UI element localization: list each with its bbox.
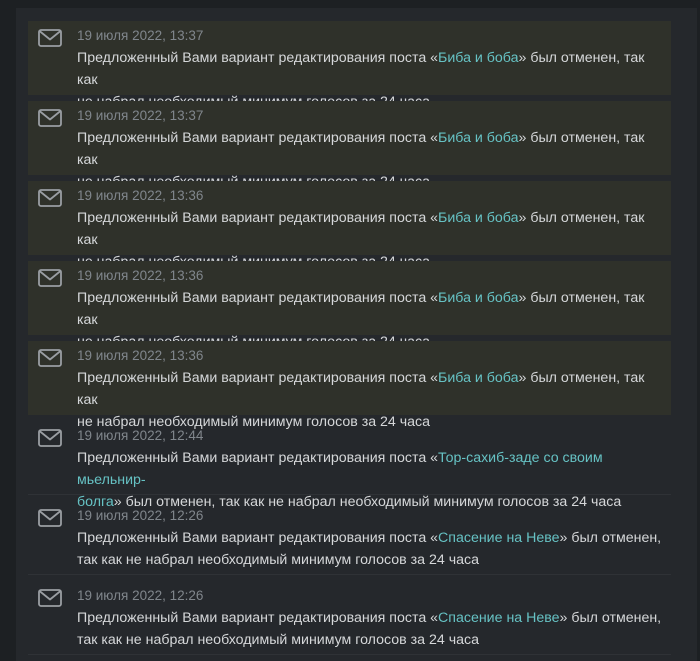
notification-item-3[interactable]: 19 июля 2022, 13:36 Предложенный Вами ва…	[28, 181, 671, 270]
message-suffix: » был отменен,	[559, 610, 662, 626]
message-prefix: Предложенный Вами вариант редактирования…	[77, 370, 439, 386]
notification-body: 19 июля 2022, 12:26 Предложенный Вами ва…	[77, 507, 667, 571]
notification-date: 19 июля 2022, 13:37	[77, 28, 204, 43]
notification-date: 19 июля 2022, 13:36	[77, 188, 204, 203]
envelope-icon	[38, 509, 62, 527]
envelope-icon	[38, 349, 62, 367]
notification-date: 19 июля 2022, 13:36	[77, 348, 204, 363]
post-link[interactable]: Биба и боба	[438, 130, 518, 146]
post-link[interactable]: Биба и боба	[438, 290, 518, 306]
message-suffix: » был отменен,	[559, 530, 662, 546]
post-link[interactable]: Биба и боба	[438, 370, 518, 386]
notification-date: 19 июля 2022, 12:26	[77, 508, 204, 523]
notification-message: Предложенный Вами вариант редактирования…	[77, 607, 667, 651]
message-prefix: Предложенный Вами вариант редактирования…	[77, 210, 439, 226]
envelope-icon	[38, 589, 62, 607]
envelope-icon	[38, 29, 62, 47]
notifications-panel: 19 июля 2022, 13:37 Предложенный Вами ва…	[16, 8, 697, 661]
notification-item-1[interactable]: 19 июля 2022, 13:37 Предложенный Вами ва…	[28, 21, 671, 110]
notification-item-8[interactable]: 19 июля 2022, 12:26 Предложенный Вами ва…	[28, 581, 671, 655]
notification-date: 19 июля 2022, 12:44	[77, 428, 204, 443]
post-link[interactable]: Спасение на Неве	[438, 530, 559, 546]
notification-item-4[interactable]: 19 июля 2022, 13:36 Предложенный Вами ва…	[28, 261, 671, 350]
message-prefix: Предложенный Вами вариант редактирования…	[77, 290, 439, 306]
post-link[interactable]: Биба и боба	[438, 210, 518, 226]
notification-item-5[interactable]: 19 июля 2022, 13:36 Предложенный Вами ва…	[28, 341, 671, 430]
envelope-icon	[38, 429, 62, 447]
message-prefix: Предложенный Вами вариант редактирования…	[77, 50, 439, 66]
notification-item-2[interactable]: 19 июля 2022, 13:37 Предложенный Вами ва…	[28, 101, 671, 190]
notification-message: Предложенный Вами вариант редактирования…	[77, 527, 667, 571]
post-link[interactable]: Биба и боба	[438, 50, 518, 66]
notification-date: 19 июля 2022, 13:36	[77, 268, 204, 283]
message-prefix: Предложенный Вами вариант редактирования…	[77, 450, 439, 466]
message-prefix: Предложенный Вами вариант редактирования…	[77, 530, 439, 546]
post-link[interactable]: Спасение на Неве	[438, 610, 559, 626]
notification-item-7[interactable]: 19 июля 2022, 12:26 Предложенный Вами ва…	[28, 501, 671, 575]
envelope-icon	[38, 269, 62, 287]
notification-date: 19 июля 2022, 13:37	[77, 108, 204, 123]
message-prefix: Предложенный Вами вариант редактирования…	[77, 610, 439, 626]
notification-date: 19 июля 2022, 12:26	[77, 588, 204, 603]
envelope-icon	[38, 109, 62, 127]
notification-body: 19 июля 2022, 12:26 Предложенный Вами ва…	[77, 587, 667, 651]
message-suffix-continued: так как не набрал необходимый минимум го…	[77, 552, 479, 568]
notification-item-6[interactable]: 19 июля 2022, 12:44 Предложенный Вами ва…	[28, 421, 671, 510]
notification-list: 19 июля 2022, 13:37 Предложенный Вами ва…	[28, 21, 671, 661]
envelope-icon	[38, 189, 62, 207]
message-suffix-continued: так как не набрал необходимый минимум го…	[77, 632, 479, 648]
message-prefix: Предложенный Вами вариант редактирования…	[77, 130, 439, 146]
